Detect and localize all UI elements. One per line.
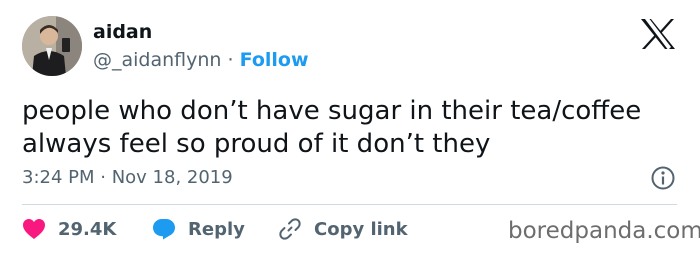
info-icon[interactable]	[649, 164, 677, 192]
avatar[interactable]	[22, 16, 82, 76]
divider	[22, 204, 677, 205]
tweet-timestamp[interactable]: 3:24 PM · Nov 18, 2019	[22, 167, 233, 189]
copy-link-label: Copy link	[314, 218, 408, 240]
tweet-text: people who don’t have sugar in their tea…	[22, 96, 642, 159]
like-count: 29.4K	[58, 218, 117, 240]
copy-link-button[interactable]: Copy link	[278, 217, 408, 241]
heart-icon	[23, 219, 45, 239]
reply-label: Reply	[188, 218, 245, 240]
watermark: boredpanda.com	[508, 218, 700, 244]
follow-link[interactable]: Follow	[240, 49, 309, 71]
reply-button[interactable]: Reply	[152, 217, 245, 241]
author-name[interactable]: aidan	[93, 20, 152, 44]
tweet-card: aidan @_aidanflynn · Follow people who d…	[0, 0, 700, 256]
author-handle[interactable]: @_aidanflynn	[93, 49, 221, 71]
x-logo-icon[interactable]	[640, 18, 676, 50]
handle-separator: ·	[227, 49, 234, 71]
reply-bubble-icon	[153, 219, 175, 240]
like-button[interactable]: 29.4K	[22, 217, 116, 241]
link-icon	[279, 218, 301, 240]
author-handle-line: @_aidanflynn · Follow	[93, 48, 309, 72]
